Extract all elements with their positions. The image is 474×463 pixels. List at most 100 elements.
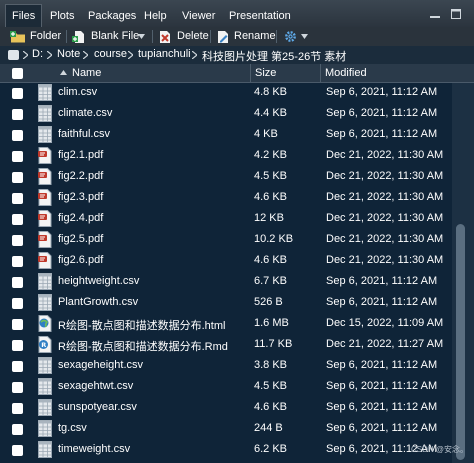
row-checkbox[interactable] [12,235,23,246]
file-row[interactable]: fig2.2.pdf 4.5 KB Dec 21, 2022, 11:30 AM [0,167,452,188]
row-checkbox[interactable] [12,340,23,351]
tab-help[interactable]: Help [137,4,174,26]
column-header-modified[interactable]: Modified [325,64,367,82]
breadcrumb-segment[interactable]: D: [32,48,43,60]
file-name-link[interactable]: R绘图-散点图和描述数据分布.html [58,317,225,333]
row-checkbox[interactable] [12,382,23,393]
file-name-link[interactable]: fig2.6.pdf [58,254,103,266]
file-row[interactable]: fig2.5.pdf 10.2 KB Dec 21, 2022, 11:30 AM [0,230,452,251]
file-name-link[interactable]: clim.csv [58,86,97,98]
csv-file-icon [38,105,52,122]
blank-file-button[interactable]: Blank File [72,29,148,44]
breadcrumb-segment[interactable]: Note [57,48,80,60]
row-checkbox[interactable] [12,151,23,162]
file-row[interactable]: sunspotyear.csv 4.6 KB Sep 6, 2021, 11:12 … [0,398,452,419]
row-checkbox[interactable] [12,109,23,120]
file-row[interactable]: fig2.4.pdf 12 KB Dec 21, 2022, 11:30 AM [0,209,452,230]
file-name-link[interactable]: fig2.4.pdf [58,212,103,224]
file-name-link[interactable]: sexagehtwt.csv [58,380,133,392]
more-button[interactable] [284,29,312,44]
select-all-checkbox[interactable] [12,68,23,79]
file-name-link[interactable]: faithful.csv [58,128,110,140]
row-checkbox[interactable] [12,277,23,288]
chevron-right-icon [192,51,197,59]
file-row[interactable]: faithful.csv 4 KB Sep 6, 2021, 11:12 AM [0,125,452,146]
maximize-icon[interactable] [449,8,463,20]
pdf-file-icon [38,168,52,185]
file-row[interactable]: fig2.6.pdf 4.6 KB Dec 21, 2022, 11:30 AM [0,251,452,272]
file-name-link[interactable]: R绘图-散点图和描述数据分布.Rmd [58,338,228,354]
breadcrumb-segment[interactable]: course [94,48,127,60]
tab-packages[interactable]: Packages [81,4,143,26]
file-name-link[interactable]: fig2.3.pdf [58,191,103,203]
row-checkbox[interactable] [12,403,23,414]
breadcrumb: D: Note course tupianchuli 科技图片处理 第25-26… [0,46,474,65]
row-checkbox[interactable] [12,361,23,372]
pdf-file-icon [38,231,52,248]
row-checkbox[interactable] [12,424,23,435]
row-checkbox[interactable] [12,445,23,456]
file-row[interactable]: climate.csv 4.4 KB Sep 6, 2021, 11:12 AM [0,104,452,125]
file-row[interactable]: PlantGrowth.csv 526 B Sep 6, 2021, 11:12 A… [0,293,452,314]
row-checkbox[interactable] [12,130,23,141]
file-modified: Sep 6, 2021, 11:12 AM [326,128,438,140]
file-name-link[interactable]: climate.csv [58,107,112,119]
row-checkbox[interactable] [12,193,23,204]
file-row[interactable]: R绘图-散点图和描述数据分布.html 1.6 MB Dec 15, 2022, 1… [0,314,452,335]
file-row[interactable]: timeweight.csv 6.2 KB Sep 6, 2021, 11:12 A… [0,440,452,461]
row-checkbox[interactable] [12,172,23,183]
home-icon[interactable] [7,49,20,61]
blank-file-label: Blank File [91,30,140,42]
tab-presentation[interactable]: Presentation [222,4,298,26]
new-folder-label: Folder [30,30,62,42]
file-size: 4.6 KB [254,191,288,203]
column-header-name[interactable]: Name [72,64,101,82]
toolbar-divider [66,30,67,43]
tab-viewer[interactable]: Viewer [175,4,222,26]
file-name-link[interactable]: timeweight.csv [58,443,130,455]
tab-plots[interactable]: Plots [43,4,81,26]
file-modified: Dec 21, 2022, 11:30 AM [326,170,444,182]
file-modified: Sep 6, 2021, 11:12 AM [326,296,438,308]
breadcrumb-segment[interactable]: tupianchuli [138,48,191,60]
file-name-link[interactable]: fig2.5.pdf [58,233,103,245]
tab-files[interactable]: Files [5,4,43,28]
row-checkbox[interactable] [12,298,23,309]
file-modified: Dec 15, 2022, 11:09 AM [326,317,444,329]
file-size: 4.6 KB [254,401,288,413]
file-size: 3.8 KB [254,359,288,371]
toolbar-divider [276,30,277,43]
minimize-icon[interactable] [428,8,442,20]
file-name-link[interactable]: sunspotyear.csv [58,401,137,413]
file-row[interactable]: sexageheight.csv 3.8 KB Sep 6, 2021, 11:12… [0,356,452,377]
scrollbar-thumb[interactable] [456,224,465,460]
file-modified: Sep 6, 2021, 11:12 AM [326,359,438,371]
file-row[interactable]: tg.csv 244 B Sep 6, 2021, 11:12 AM [0,419,452,440]
row-checkbox[interactable] [12,214,23,225]
row-checkbox[interactable] [12,319,23,330]
row-checkbox[interactable] [12,256,23,267]
file-row[interactable]: fig2.1.pdf 4.2 KB Dec 21, 2022, 11:30 AM [0,146,452,167]
file-modified: Dec 21, 2022, 11:30 AM [326,191,444,203]
file-row[interactable]: sexagehtwt.csv 4.5 KB Sep 6, 2021, 11:12 A… [0,377,452,398]
pdf-file-icon [38,147,52,164]
file-row[interactable]: fig2.3.pdf 4.6 KB Dec 21, 2022, 11:30 AM [0,188,452,209]
html-file-icon [38,315,52,332]
file-name-link[interactable]: heightweight.csv [58,275,139,287]
file-name-link[interactable]: PlantGrowth.csv [58,296,138,308]
toolbar-divider [210,30,211,43]
file-list: clim.csv 4.8 KB Sep 6, 2021, 11:12 AM clima… [0,83,452,463]
file-table-header: Name Size Modified [0,64,474,83]
file-name-link[interactable]: fig2.2.pdf [58,170,103,182]
file-row[interactable]: heightweight.csv 6.7 KB Sep 6, 2021, 11:12… [0,272,452,293]
pdf-file-icon [38,189,52,206]
file-name-link[interactable]: tg.csv [58,422,87,434]
file-row[interactable]: R R绘图-散点图和描述数据分布.Rmd 11.7 KB Dec 21, 2022, … [0,335,452,356]
row-checkbox[interactable] [12,88,23,99]
file-row[interactable]: clim.csv 4.8 KB Sep 6, 2021, 11:12 AM [0,83,452,104]
file-name-link[interactable]: sexageheight.csv [58,359,143,371]
column-header-size[interactable]: Size [255,64,276,82]
pdf-file-icon [38,210,52,227]
file-name-link[interactable]: fig2.1.pdf [58,149,103,161]
file-size: 1.6 MB [254,317,289,329]
